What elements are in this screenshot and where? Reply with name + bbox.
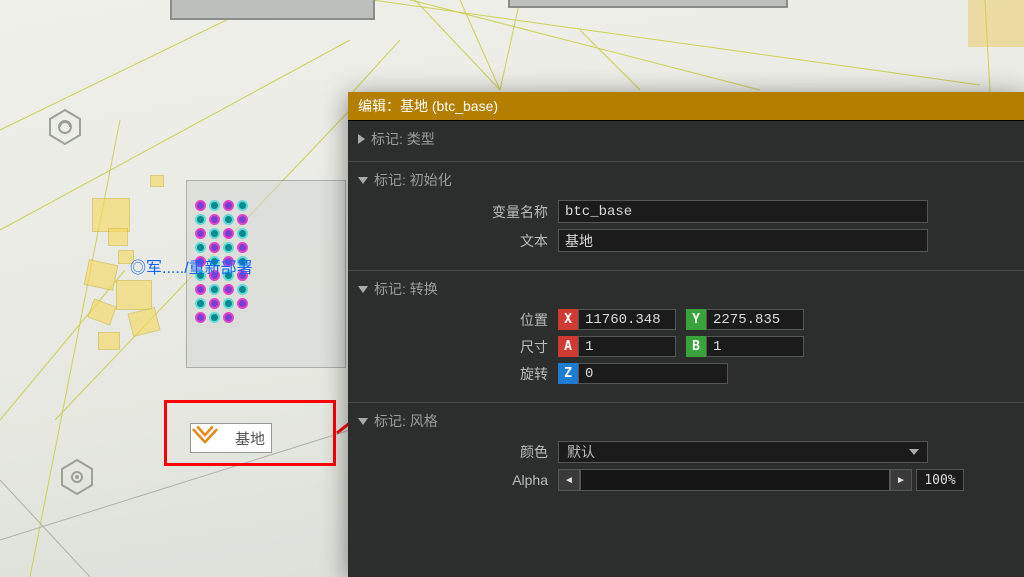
row-rotation: 旋转 Z [358, 363, 1014, 384]
alpha-increment-button[interactable]: ► [890, 469, 912, 491]
section-init: 标记: 初始化 变量名称 文本 [348, 162, 1024, 271]
map-marker-label: 基地 [233, 426, 271, 451]
section-label: 标记: 初始化 [374, 170, 452, 190]
map-unit [98, 332, 120, 350]
section-label: 标记: 类型 [371, 129, 435, 149]
map-unit [118, 250, 134, 264]
position-x-input[interactable] [578, 309, 676, 330]
row-variable-name: 变量名称 [358, 200, 1014, 223]
color-select-value: 默认 [567, 442, 595, 462]
section-transform: 标记: 转换 位置 X Y 尺寸 A B [348, 271, 1024, 403]
text-input[interactable] [558, 229, 928, 252]
map-unit [108, 228, 128, 246]
map-slab [968, 0, 1024, 47]
size-b-input[interactable] [706, 336, 804, 357]
section-header-transform[interactable]: 标记: 转换 [348, 279, 1024, 303]
axis-chip-b: B [686, 336, 706, 357]
axis-chip-y: Y [686, 309, 706, 330]
base-icon [191, 424, 233, 452]
chevron-down-icon [358, 286, 368, 293]
label-color: 颜色 [358, 442, 558, 462]
axis-chip-x: X [558, 309, 578, 330]
label-rotation: 旋转 [358, 364, 558, 384]
row-color: 颜色 默认 [358, 441, 1014, 463]
axis-chip-z: Z [558, 363, 578, 384]
map-hex-icon [48, 108, 82, 146]
section-type: 标记: 类型 [348, 121, 1024, 162]
section-header-type[interactable]: 标记: 类型 [348, 129, 1024, 153]
row-size: 尺寸 A B [358, 336, 1014, 357]
row-alpha: Alpha ◄ ► 100% [358, 469, 1014, 491]
editor-panel[interactable]: 编辑：基地 (btc_base) 标记: 类型 标记: 初始化 变量名称 文本 [348, 92, 1024, 577]
chevron-down-icon [909, 449, 919, 455]
label-size: 尺寸 [358, 337, 558, 357]
alpha-decrement-button[interactable]: ◄ [558, 469, 580, 491]
label-position: 位置 [358, 310, 558, 330]
map-unit [116, 280, 152, 310]
chevron-down-icon [358, 418, 368, 425]
map-slab [508, 0, 788, 8]
section-label: 标记: 转换 [374, 279, 438, 299]
section-header-init[interactable]: 标记: 初始化 [348, 170, 1024, 194]
map-marker-base[interactable]: 基地 [190, 423, 272, 453]
chevron-right-icon [358, 134, 365, 144]
map-hex-icon [60, 458, 94, 496]
chevron-down-icon [358, 177, 368, 184]
label-variable-name: 变量名称 [358, 202, 558, 222]
variable-name-input[interactable] [558, 200, 928, 223]
map-unit [92, 198, 130, 232]
position-y-input[interactable] [706, 309, 804, 330]
size-a-input[interactable] [578, 336, 676, 357]
alpha-slider[interactable] [580, 469, 890, 491]
alpha-value: 100% [916, 469, 964, 491]
map-unit-cluster [195, 200, 308, 350]
row-position: 位置 X Y [358, 309, 1014, 330]
panel-title[interactable]: 编辑：基地 (btc_base) [348, 92, 1024, 121]
section-header-style[interactable]: 标记: 风格 [348, 411, 1024, 435]
row-text: 文本 [358, 229, 1014, 252]
map-slab [170, 0, 375, 20]
rotation-z-input[interactable] [578, 363, 728, 384]
section-style: 标记: 风格 颜色 默认 Alpha ◄ ► 100% [348, 403, 1024, 509]
section-label: 标记: 风格 [374, 411, 438, 431]
map-unit [150, 175, 164, 187]
axis-chip-a: A [558, 336, 578, 357]
label-text: 文本 [358, 231, 558, 251]
label-alpha: Alpha [358, 472, 558, 488]
color-select[interactable]: 默认 [558, 441, 928, 463]
